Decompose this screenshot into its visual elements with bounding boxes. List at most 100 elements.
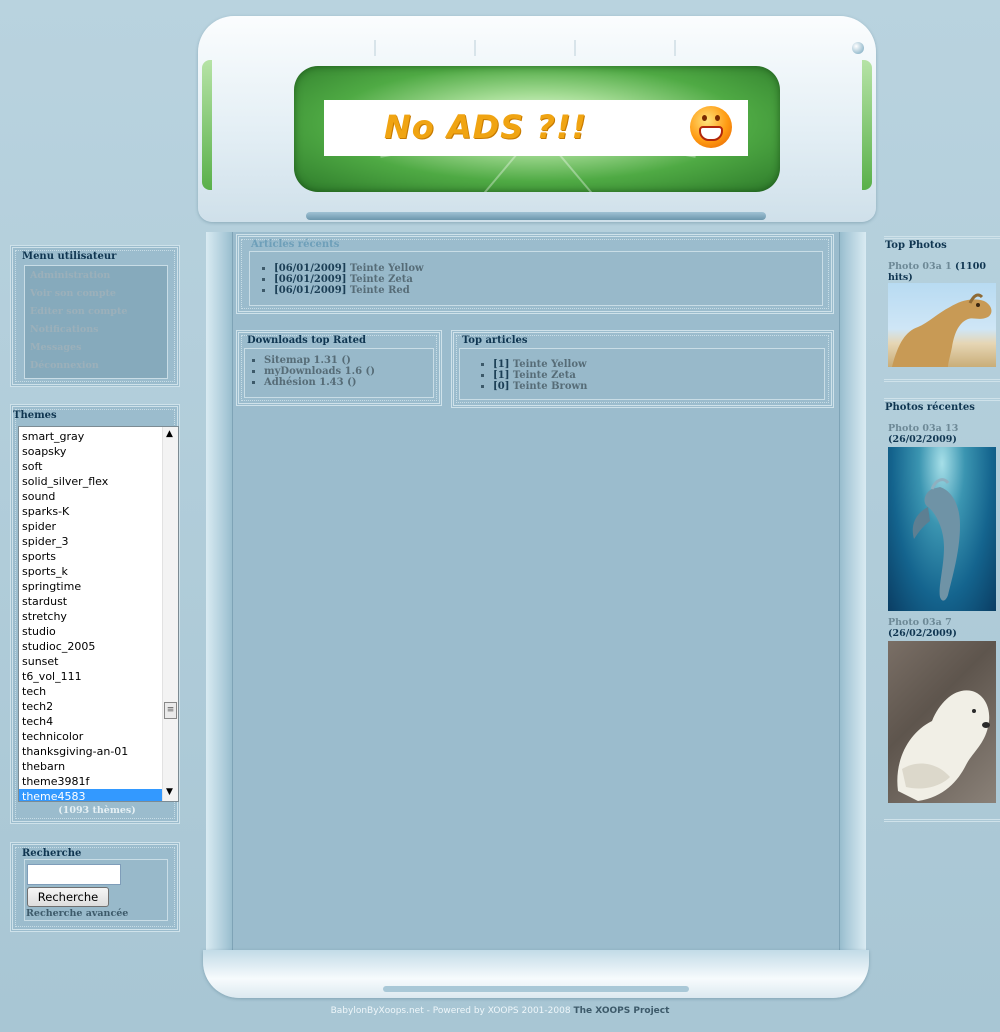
footer-shell <box>203 950 869 998</box>
advanced-search-link[interactable]: Recherche avancée <box>26 908 128 919</box>
article-link[interactable]: Teinte Zeta <box>350 274 413 285</box>
menu-item-notifications[interactable]: Notifications <box>30 324 164 342</box>
footer-powered: BabylonByXoops.net - Powered by XOOPS 20… <box>330 1006 571 1016</box>
menu-item-logout[interactable]: Déconnexion <box>30 360 164 378</box>
user-menu-list: Administration Voir son compte Editer so… <box>24 265 168 379</box>
top-articles-box: [1] Teinte Yellow [1] Teinte Zeta [0] Te… <box>459 348 825 400</box>
recent-photos-block: Photos récentes Photo 03a 13 (26/02/2009… <box>884 398 1000 822</box>
recent-articles-title: Articles récents <box>251 239 340 250</box>
top-articles-list: [1] Teinte Yellow [1] Teinte Zeta [0] Te… <box>474 359 587 392</box>
camel-photo[interactable] <box>888 283 996 367</box>
theme-option[interactable]: solid_silver_flex <box>19 474 178 489</box>
smiley-eye <box>702 115 707 121</box>
themes-scrollbar[interactable]: ▲ ≡ ▼ <box>162 427 178 801</box>
theme-option[interactable]: t6_vol_111 <box>19 669 178 684</box>
footer-project-link[interactable]: The XOOPS Project <box>573 1006 669 1016</box>
download-link[interactable]: Sitemap 1.31 () <box>264 355 351 366</box>
search-input[interactable] <box>27 864 121 885</box>
top-articles-title: Top articles <box>462 335 528 346</box>
themes-title: Themes <box>13 410 57 421</box>
article-date: [06/01/2009] <box>274 285 347 296</box>
download-link[interactable]: myDownloads 1.6 () <box>264 366 375 377</box>
photo-date: (26/02/2009) <box>888 434 957 445</box>
menu-item-messages[interactable]: Messages <box>30 342 164 360</box>
camel-illustration <box>892 293 992 367</box>
theme-option[interactable]: sports <box>19 549 178 564</box>
article-link[interactable]: Teinte Zeta <box>513 370 576 381</box>
banner-text: No ADS ?!! <box>384 108 588 146</box>
scroll-down-icon[interactable]: ▼ <box>166 787 173 797</box>
scroll-up-icon[interactable]: ▲ <box>166 429 173 439</box>
theme-option[interactable]: springtime <box>19 579 178 594</box>
user-menu-block: Menu utilisateur Administration Voir son… <box>10 245 180 387</box>
article-link[interactable]: Teinte Brown <box>513 381 587 392</box>
user-menu-title: Menu utilisateur <box>22 251 117 262</box>
header-bar <box>306 212 766 220</box>
photo-name: Photo 03a 1 <box>888 261 952 272</box>
theme-option-selected[interactable]: theme4583 <box>19 789 178 801</box>
dolphin-illustration <box>912 478 960 601</box>
article-link[interactable]: Teinte Yellow <box>350 263 424 274</box>
article-count: [1] <box>493 359 510 370</box>
list-item: Sitemap 1.31 () <box>264 355 375 366</box>
menu-item-edit-account[interactable]: Editer son compte <box>30 306 164 324</box>
recent-photos-title: Photos récentes <box>885 402 975 413</box>
downloads-box: Sitemap 1.31 () myDownloads 1.6 () Adhés… <box>244 348 434 398</box>
ad-banner[interactable]: No ADS ?!! <box>324 100 748 156</box>
theme-option[interactable]: spider_3 <box>19 534 178 549</box>
bubble-icon <box>852 42 864 54</box>
article-link[interactable]: Teinte Red <box>350 285 410 296</box>
theme-option[interactable]: sunset <box>19 654 178 669</box>
search-button[interactable]: Recherche <box>27 887 109 907</box>
themes-listbox[interactable]: smart_gray soapsky soft solid_silver_fle… <box>18 426 179 802</box>
downloads-list: Sitemap 1.31 () myDownloads 1.6 () Adhés… <box>245 355 375 388</box>
download-link[interactable]: Adhésion 1.43 () <box>264 377 357 388</box>
list-item: [06/01/2009] Teinte Yellow <box>274 263 424 274</box>
theme-option[interactable]: soapsky <box>19 444 178 459</box>
list-item: [1] Teinte Zeta <box>493 370 587 381</box>
list-item: myDownloads 1.6 () <box>264 366 375 377</box>
menu-item-administration[interactable]: Administration <box>30 270 164 288</box>
footer: BabylonByXoops.net - Powered by XOOPS 20… <box>0 1006 1000 1016</box>
top-photos-title: Top Photos <box>885 240 947 251</box>
themes-block: Themes smart_gray soapsky soft solid_sil… <box>10 404 180 824</box>
theme-option[interactable]: tech4 <box>19 714 178 729</box>
theme-option[interactable]: studioc_2005 <box>19 639 178 654</box>
polar-bear-photo[interactable] <box>888 641 996 803</box>
header-tick <box>574 40 576 56</box>
theme-option[interactable]: soft <box>19 459 178 474</box>
list-item: [0] Teinte Brown <box>493 381 587 392</box>
photo-caption[interactable]: Photo 03a 13 (26/02/2009) <box>888 423 996 445</box>
list-item: [06/01/2009] Teinte Red <box>274 285 424 296</box>
photo-caption[interactable]: Photo 03a 7 (26/02/2009) <box>888 617 996 639</box>
theme-option[interactable]: sports_k <box>19 564 178 579</box>
theme-option[interactable]: technicolor <box>19 729 178 744</box>
theme-option[interactable]: stardust <box>19 594 178 609</box>
smiley-mouth <box>699 126 723 141</box>
theme-option[interactable]: sparks-K <box>19 504 178 519</box>
theme-option[interactable]: theme3981f <box>19 774 178 789</box>
top-articles-block: Top articles [1] Teinte Yellow [1] Teint… <box>451 330 834 408</box>
header-tick <box>474 40 476 56</box>
photo-caption[interactable]: Photo 03a 1 (1100 hits) <box>888 261 996 283</box>
photo-date: (26/02/2009) <box>888 628 957 639</box>
menu-item-view-account[interactable]: Voir son compte <box>30 288 164 306</box>
header-left-accent <box>202 60 212 190</box>
recent-articles-block: Articles récents [06/01/2009] Teinte Yel… <box>236 234 834 314</box>
scroll-thumb[interactable]: ≡ <box>164 702 177 719</box>
theme-option[interactable]: spider <box>19 519 178 534</box>
theme-option[interactable]: tech2 <box>19 699 178 714</box>
theme-option[interactable]: smart_gray <box>19 429 178 444</box>
theme-option[interactable]: sound <box>19 489 178 504</box>
search-block: Recherche Recherche Recherche avancée <box>10 842 180 932</box>
article-link[interactable]: Teinte Yellow <box>513 359 587 370</box>
theme-option[interactable]: tech <box>19 684 178 699</box>
theme-option[interactable]: stretchy <box>19 609 178 624</box>
polar-bear-illustration <box>897 690 990 801</box>
header-tick <box>674 40 676 56</box>
theme-option[interactable]: studio <box>19 624 178 639</box>
dolphin-photo[interactable] <box>888 447 996 611</box>
theme-option[interactable]: thebarn <box>19 759 178 774</box>
header-right-accent <box>862 60 872 190</box>
theme-option[interactable]: thanksgiving-an-01 <box>19 744 178 759</box>
